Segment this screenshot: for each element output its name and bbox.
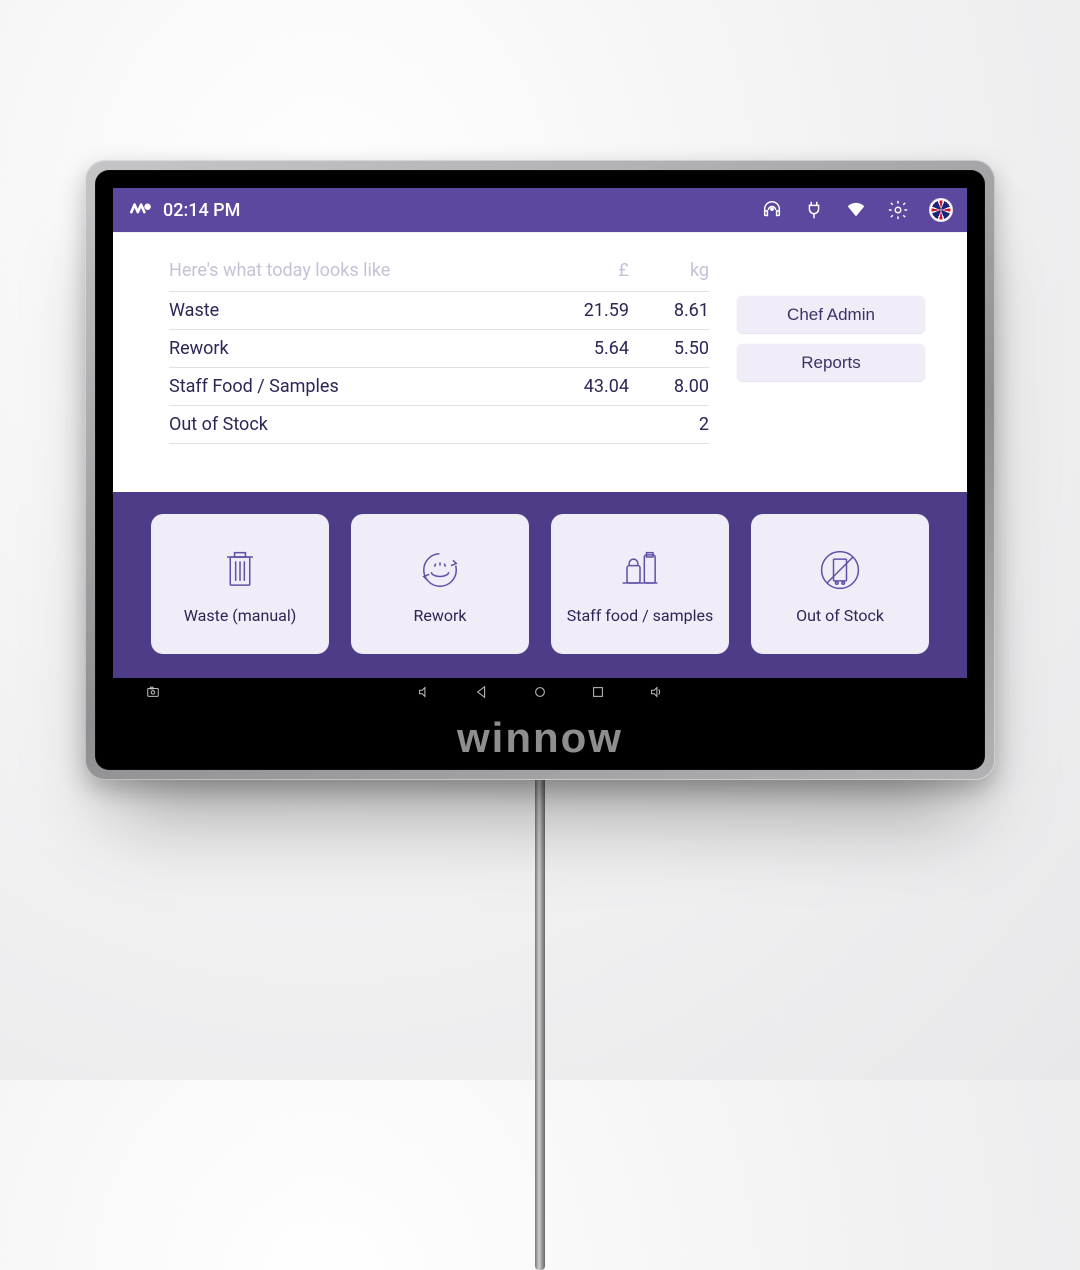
summary-heading: Here's what today looks like [169, 260, 549, 281]
row-label: Rework [169, 338, 549, 359]
volume-down-icon[interactable] [417, 685, 431, 699]
tile-label: Waste (manual) [184, 606, 297, 625]
row-weight: 8.61 [629, 300, 709, 321]
device-inner: 02:14 PM Her [95, 170, 985, 770]
row-cost: 21.59 [549, 300, 629, 321]
row-weight: 2 [629, 414, 709, 435]
device-brand-text: winnow [457, 714, 623, 762]
device-brand-strip: winnow [95, 706, 985, 770]
back-icon[interactable] [475, 685, 489, 699]
tablet-device: 02:14 PM Her [85, 160, 995, 780]
settings-gear-icon[interactable] [887, 199, 909, 221]
action-bar: Waste (manual) Rework Staff food / sampl… [113, 492, 967, 678]
row-label: Waste [169, 300, 549, 321]
wifi-icon [845, 199, 867, 221]
row-cost: 5.64 [549, 338, 629, 359]
screenshot-icon[interactable] [146, 685, 160, 699]
table-row: Out of Stock 2 [169, 406, 709, 444]
recents-icon[interactable] [591, 685, 605, 699]
rework-cycle-icon [414, 544, 466, 596]
tile-rework[interactable]: Rework [351, 514, 529, 654]
android-nav-bar [113, 678, 967, 706]
row-label: Staff Food / Samples [169, 376, 549, 397]
table-row: Rework 5.64 5.50 [169, 330, 709, 368]
summary-table: Here's what today looks like £ kg Waste … [169, 260, 709, 492]
screen: 02:14 PM Her [113, 188, 967, 678]
status-bar: 02:14 PM [113, 188, 967, 232]
row-weight: 8.00 [629, 376, 709, 397]
side-buttons: Chef Admin Reports [737, 260, 925, 492]
tile-staff-food[interactable]: Staff food / samples [551, 514, 729, 654]
table-row: Waste 21.59 8.61 [169, 292, 709, 330]
tile-waste-manual[interactable]: Waste (manual) [151, 514, 329, 654]
tile-label: Rework [413, 606, 466, 625]
out-of-stock-icon [814, 544, 866, 596]
trash-icon [214, 544, 266, 596]
device-cable [535, 770, 545, 1270]
chef-admin-button[interactable]: Chef Admin [737, 296, 925, 334]
summary-header-row: Here's what today looks like £ kg [169, 260, 709, 292]
support-headset-icon[interactable] [761, 199, 783, 221]
main-content: Here's what today looks like £ kg Waste … [113, 232, 967, 492]
clock-text: 02:14 PM [163, 200, 240, 221]
food-samples-icon [614, 544, 666, 596]
home-icon[interactable] [533, 685, 547, 699]
tile-label: Out of Stock [796, 606, 884, 625]
col-header-weight: kg [629, 260, 709, 281]
uk-flag-icon[interactable] [929, 198, 953, 222]
volume-up-icon[interactable] [649, 685, 663, 699]
row-weight: 5.50 [629, 338, 709, 359]
col-header-cost: £ [549, 260, 629, 281]
tile-out-of-stock[interactable]: Out of Stock [751, 514, 929, 654]
power-plug-icon [803, 199, 825, 221]
table-row: Staff Food / Samples 43.04 8.00 [169, 368, 709, 406]
row-cost: 43.04 [549, 376, 629, 397]
brand-logo-icon [127, 197, 153, 223]
row-label: Out of Stock [169, 414, 549, 435]
reports-button[interactable]: Reports [737, 344, 925, 382]
tile-label: Staff food / samples [567, 606, 714, 625]
